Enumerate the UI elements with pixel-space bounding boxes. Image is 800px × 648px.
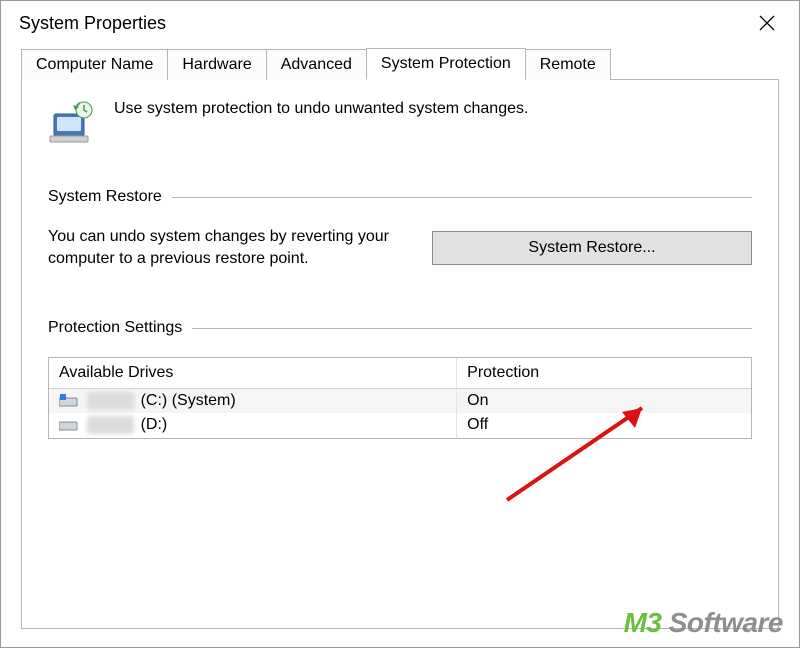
- drive-name: (C:) (System): [141, 392, 236, 409]
- system-properties-window: System Properties Computer Name Hardware…: [0, 0, 800, 648]
- divider: [192, 328, 752, 329]
- cell-protection: Off: [456, 413, 751, 437]
- divider: [172, 197, 752, 198]
- tab-computer-name[interactable]: Computer Name: [21, 49, 168, 80]
- close-icon: [759, 15, 775, 31]
- tabs-container: Computer Name Hardware Advanced System P…: [21, 47, 779, 629]
- watermark-rest: Software: [661, 607, 783, 638]
- system-restore-description: You can undo system changes by reverting…: [48, 226, 410, 269]
- system-restore-row: You can undo system changes by reverting…: [48, 226, 752, 269]
- group-system-restore: System Restore: [48, 188, 752, 206]
- drive-name: (D:): [141, 417, 168, 434]
- table-row[interactable]: XXXX (D:) Off: [49, 413, 751, 437]
- tabs: Computer Name Hardware Advanced System P…: [21, 47, 779, 79]
- tab-system-protection[interactable]: System Protection: [366, 48, 526, 80]
- window-title: System Properties: [19, 13, 166, 34]
- group-label-protection-settings: Protection Settings: [48, 319, 182, 337]
- redacted-label: XXXX: [87, 392, 134, 410]
- system-restore-button[interactable]: System Restore...: [432, 231, 752, 265]
- titlebar: System Properties: [1, 1, 799, 47]
- tab-remote[interactable]: Remote: [525, 49, 611, 80]
- table-row[interactable]: XXXX (C:) (System) On: [49, 389, 751, 413]
- col-header-protection[interactable]: Protection: [456, 358, 751, 389]
- cell-drive: XXXX (C:) (System): [49, 389, 456, 413]
- group-label-system-restore: System Restore: [48, 188, 162, 206]
- watermark: M3 Software: [624, 607, 783, 639]
- drive-icon: [59, 418, 79, 432]
- col-header-drive[interactable]: Available Drives: [49, 358, 456, 389]
- drives-table: Available Drives Protection XXXX (C:) (S…: [48, 357, 752, 438]
- group-protection-settings: Protection Settings: [48, 319, 752, 337]
- intro-row: Use system protection to undo unwanted s…: [48, 98, 752, 148]
- watermark-brand: M3: [624, 607, 662, 638]
- table-header: Available Drives Protection: [49, 358, 751, 389]
- drive-icon: [59, 394, 79, 408]
- system-protection-icon: [48, 100, 96, 148]
- cell-protection: On: [456, 389, 751, 413]
- tab-panel-system-protection: Use system protection to undo unwanted s…: [21, 79, 779, 629]
- cell-drive: XXXX (D:): [49, 413, 456, 437]
- intro-text: Use system protection to undo unwanted s…: [114, 98, 528, 118]
- close-button[interactable]: [749, 9, 785, 37]
- tab-advanced[interactable]: Advanced: [266, 49, 367, 80]
- redacted-label: XXXX: [87, 416, 134, 434]
- tab-hardware[interactable]: Hardware: [167, 49, 266, 80]
